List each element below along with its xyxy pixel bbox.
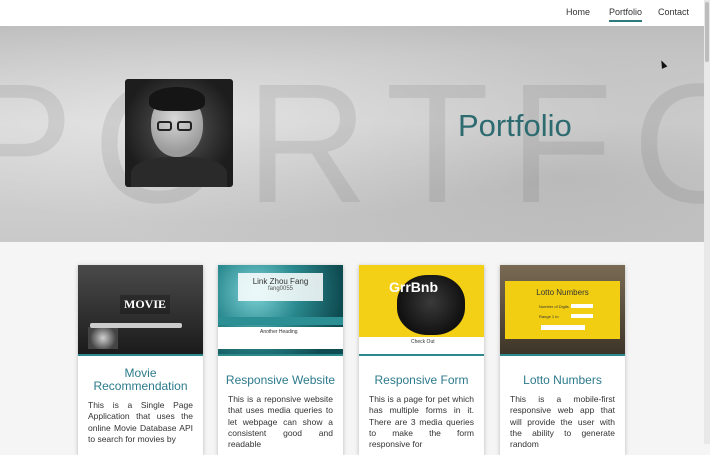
top-nav: Home Portfolio Contact [0,0,704,26]
card-description: This is a mobile-first responsive web ap… [510,394,615,450]
card-description: This is a reponsive website that uses me… [228,394,333,450]
project-thumbnail[interactable]: Link Zhou Fang fang0055 Another Heading [218,265,343,356]
page-title: Portfolio [458,108,572,143]
card-title[interactable]: Movie Recommendation [78,367,203,393]
card-title[interactable]: Responsive Form [359,374,484,387]
card-title[interactable]: Responsive Website [218,374,343,387]
profile-photo [125,79,233,187]
card-description: This is a page for pet which has multipl… [369,394,474,450]
project-thumbnail[interactable]: MOVIE [78,265,203,356]
thumbnail-label: MOVIE [120,295,170,314]
project-card-responsive-form[interactable]: GrrBnb Check Out Responsive Form This is… [359,265,484,455]
project-thumbnail[interactable]: GrrBnb Check Out [359,265,484,356]
hero-banner: PORTFOLIO Portfolio [0,26,704,242]
thumbnail-row-label: Range 1 to [539,314,559,319]
hero-watermark: PORTFOLIO [0,49,704,239]
nav-link-portfolio[interactable]: Portfolio [609,7,643,22]
thumbnail-label: Lotto Numbers [536,288,589,297]
thumbnail-label: GrrBnb [389,279,438,295]
nav-link-contact[interactable]: Contact [658,7,689,17]
thumbnail-sublabel: Check Out [411,339,435,345]
nav-link-home[interactable]: Home [566,7,590,17]
thumbnail-button-graphic [541,325,585,330]
search-bar-graphic [90,323,182,328]
project-card-lotto-numbers[interactable]: Lotto Numbers Number of Digits Range 1 t… [500,265,625,455]
scrollbar-thumb[interactable] [705,2,709,62]
thumbnail-row-label: Number of Digits [539,304,569,309]
project-thumbnail[interactable]: Lotto Numbers Number of Digits Range 1 t… [500,265,625,356]
project-card-movie[interactable]: MOVIE Movie Recommendation This is a Sin… [78,265,203,455]
thumbnail-header-box: Link Zhou Fang fang0055 [238,273,323,301]
thumbnail-heading: Another Heading [260,329,298,335]
project-card-responsive-website[interactable]: Link Zhou Fang fang0055 Another Heading … [218,265,343,455]
page-scrollbar[interactable] [704,0,710,444]
card-title[interactable]: Lotto Numbers [500,374,625,387]
thumbnail-sublabel: fang0055 [267,286,294,292]
thumbnail-label: Link Zhou Fang [252,277,309,286]
card-description: This is a Single Page Application that u… [88,400,193,444]
